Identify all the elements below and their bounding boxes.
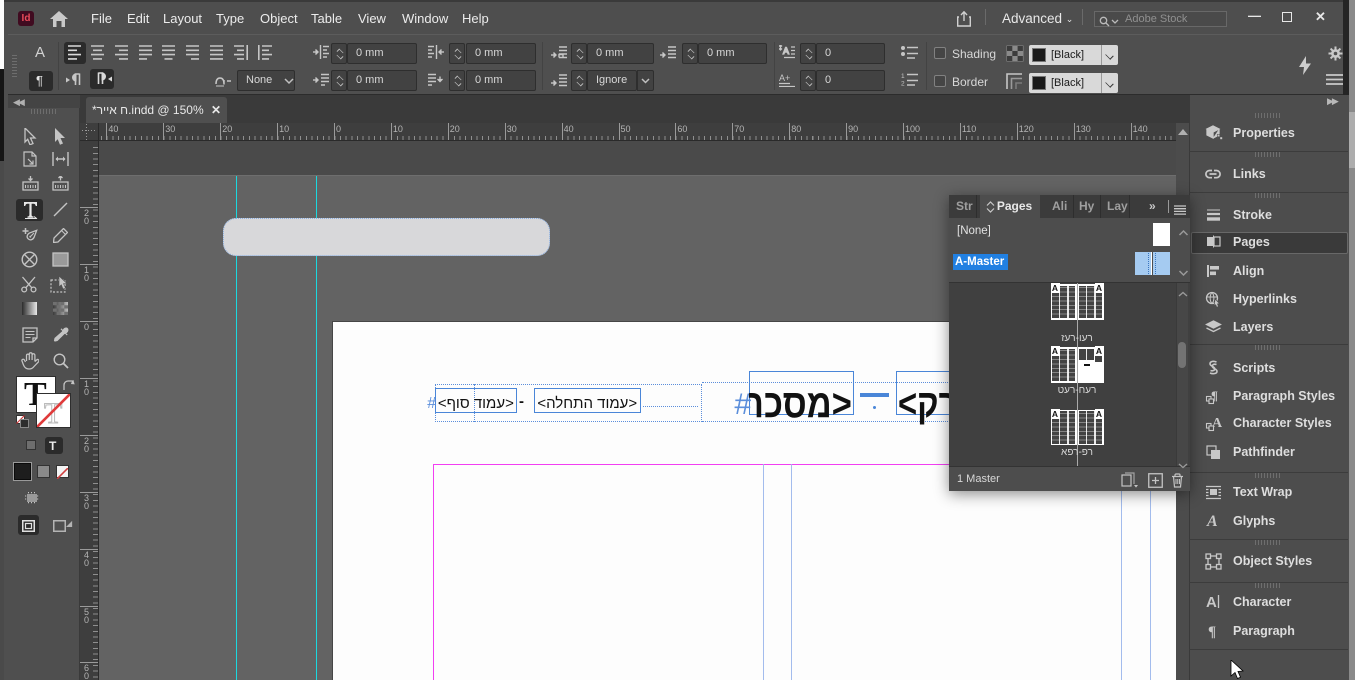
svg-text:2: 2 xyxy=(901,81,905,87)
svg-text:¶: ¶ xyxy=(1208,624,1216,640)
svg-text:A: A xyxy=(783,46,789,56)
svg-text:A: A xyxy=(1206,594,1217,611)
svg-text:1: 1 xyxy=(901,73,905,80)
svg-text:A: A xyxy=(1206,513,1218,530)
svg-text:A+: A+ xyxy=(779,73,790,83)
